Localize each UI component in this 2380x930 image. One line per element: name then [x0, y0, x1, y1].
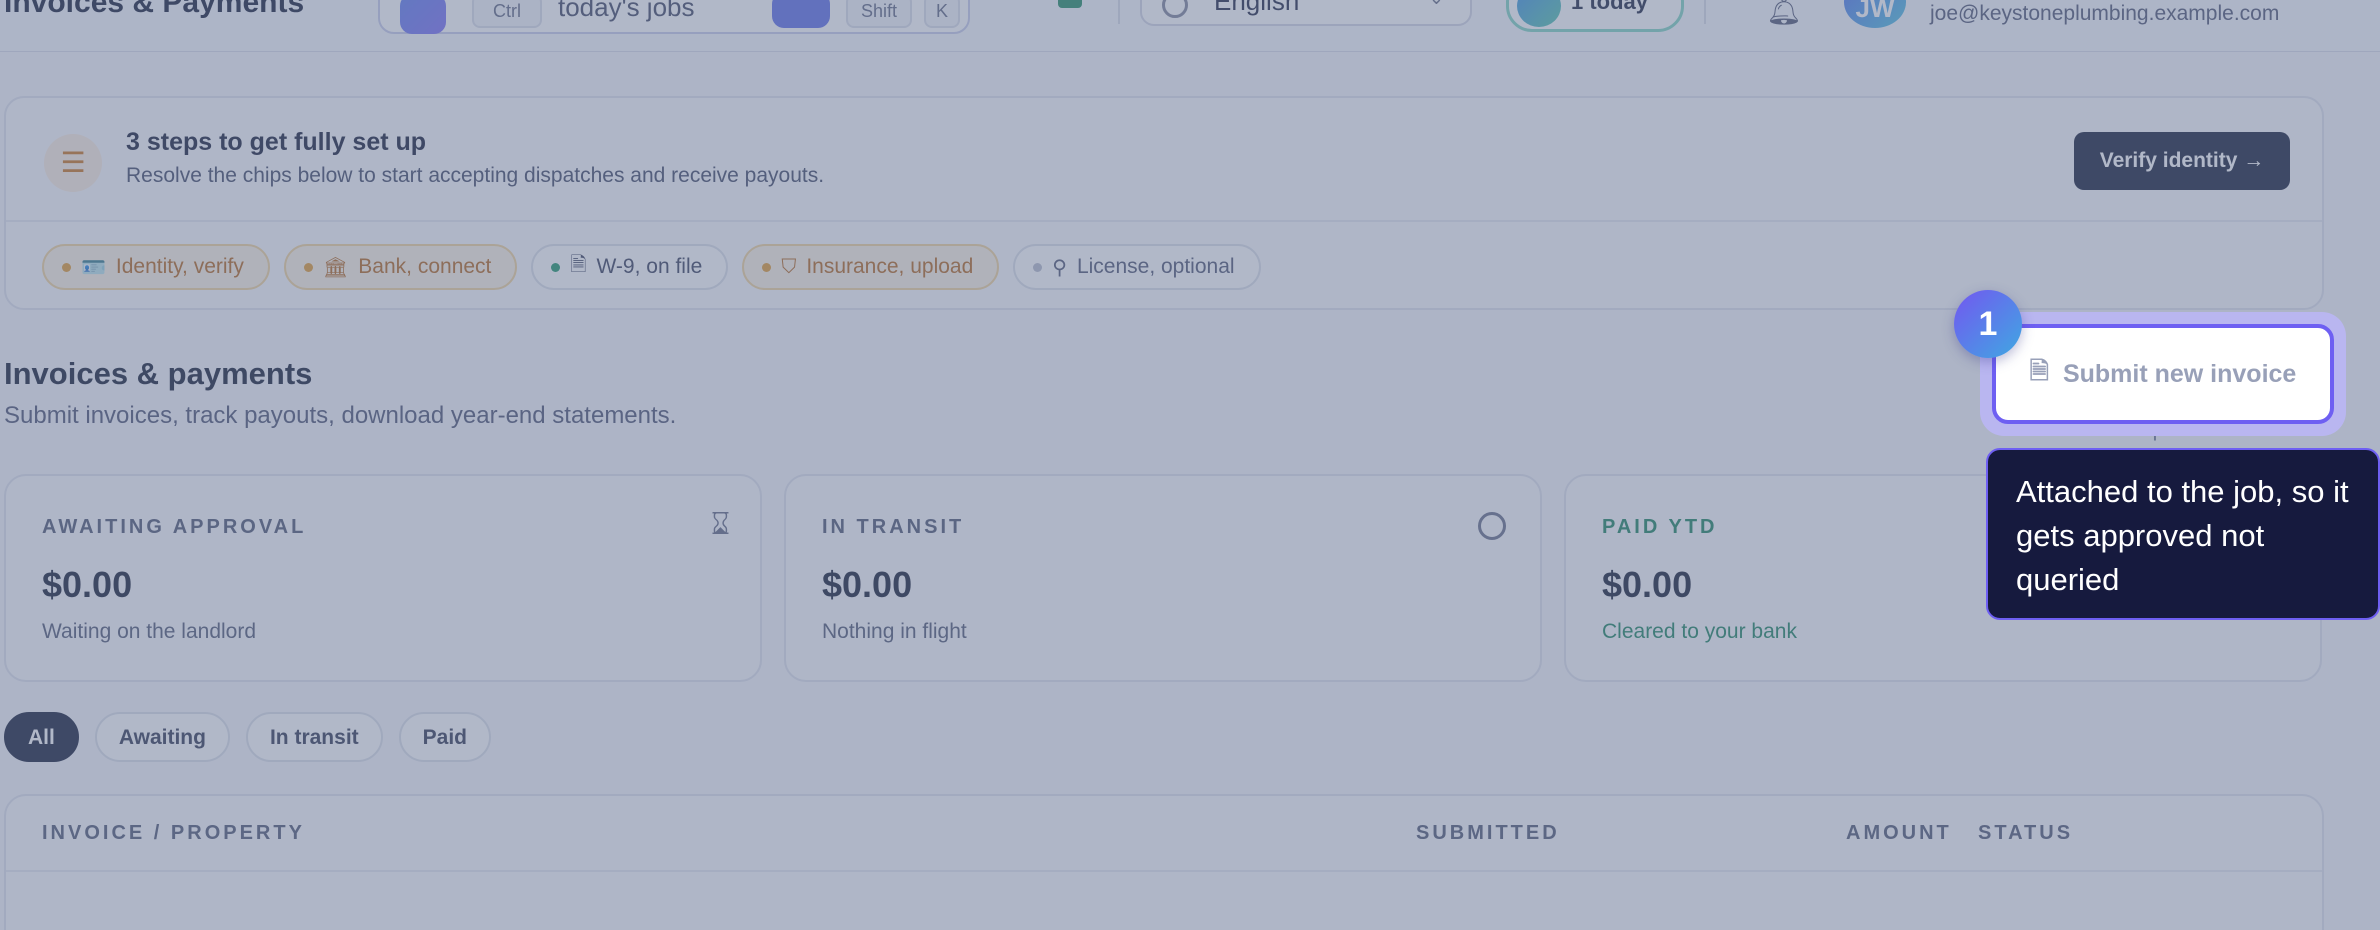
chevron-down-icon: ⌄ [1429, 0, 1444, 9]
setup-title: 3 steps to get fully set up [126, 128, 427, 156]
submit-highlight-ring: 🗎 Submit new invoice [1980, 312, 2346, 436]
stat-value: $0.00 [42, 564, 133, 605]
stat-label: AWAITING APPROVAL [42, 516, 307, 538]
shield-icon: ⛉ [781, 255, 797, 278]
page-subtitle: Submit invoices, track payouts, download… [4, 402, 677, 429]
verify-identity-button[interactable]: Verify identity → [2074, 132, 2290, 190]
filter-in-transit[interactable]: In transit [245, 712, 383, 762]
stat-label: IN TRANSIT [822, 516, 965, 538]
document-icon: 🗎 [2029, 357, 2049, 385]
bell-icon[interactable]: 🔔︎ [1766, 0, 1802, 27]
status-dot [62, 262, 71, 272]
submit-new-invoice-button[interactable]: 🗎 Submit new invoice [1992, 324, 2334, 424]
filter-awaiting[interactable]: Awaiting [94, 712, 230, 762]
chip-label: W-9, on file [596, 255, 703, 278]
invoices-table: INVOICE / PROPERTY SUBMITTED AMOUNT STAT… [4, 794, 2324, 930]
id-card-icon: 🪪 [81, 256, 106, 279]
shortcut-key-k: K [924, 0, 960, 28]
chip-label: Insurance, upload [806, 255, 974, 278]
chip-license[interactable]: ⚲ License, optional [1013, 244, 1261, 290]
shortcut-key-shift: Shift [846, 0, 912, 28]
header-divider [1118, 0, 1120, 24]
chip-label: License, optional [1076, 255, 1235, 278]
setup-subtitle: Resolve the chips below to start accepti… [126, 164, 825, 187]
filter-tabs: All Awaiting In transit Paid [4, 712, 492, 762]
shortcut-key-ctrl: Ctrl [472, 0, 542, 28]
status-dot [1033, 262, 1043, 272]
language-select[interactable]: English ⌄ [1140, 0, 1472, 26]
filter-paid[interactable]: Paid [398, 712, 492, 762]
column-header-status[interactable]: STATUS [1978, 822, 2073, 845]
stat-note: Nothing in flight [822, 620, 967, 643]
today-count: 1 today [1571, 0, 1649, 14]
status-dot [551, 262, 561, 272]
document-icon: 🗎 [570, 254, 587, 276]
stat-note: Waiting on the landlord [42, 620, 257, 643]
chip-bank[interactable]: 🏛 Bank, connect [283, 244, 518, 290]
column-header-amount[interactable]: AMOUNT [1846, 822, 1952, 845]
column-header-invoice[interactable]: INVOICE / PROPERTY [42, 822, 305, 845]
stat-note: Cleared to your bank [1602, 620, 1797, 643]
wrench-icon [400, 0, 446, 34]
setup-chip-row: 🪪 Identity, verify 🏛 Bank, connect 🗎 W-9… [42, 244, 1261, 290]
setup-divider [6, 220, 2322, 222]
stat-value: $0.00 [1602, 564, 1693, 605]
stat-label: PAID YTD [1602, 516, 1718, 538]
header-divider [1704, 0, 1706, 24]
page-title: Invoices & payments [4, 356, 313, 391]
job-switcher-badge [772, 0, 830, 28]
stat-card-awaiting: AWAITING APPROVAL ⌛︎ $0.00 Waiting on th… [4, 474, 762, 682]
app-page-heading: Invoices & Payments [4, 0, 305, 19]
compass-icon [1517, 0, 1561, 27]
chip-identity[interactable]: 🪪 Identity, verify [42, 244, 270, 290]
stat-card-in-transit: IN TRANSIT $0.00 Nothing in flight [784, 474, 1542, 682]
tour-step-badge: 1 [1954, 290, 2022, 358]
status-indicator [1058, 0, 1082, 8]
bank-icon: 🏛 [322, 256, 349, 279]
table-divider [6, 870, 2322, 872]
circle-icon [1478, 512, 1506, 540]
job-search-switcher[interactable]: Ctrl today's jobs Shift K [378, 0, 970, 34]
globe-icon [1162, 0, 1188, 18]
submit-button-label: Submit new invoice [2062, 359, 2297, 388]
top-bar: Invoices & Payments Ctrl today's jobs Sh… [0, 0, 2380, 52]
stamp-icon: ⚲ [1052, 256, 1067, 279]
today-jobs-pill[interactable]: 1 today [1506, 0, 1684, 32]
checklist-icon: ☰ [44, 134, 102, 192]
column-header-submitted[interactable]: SUBMITTED [1416, 822, 1560, 845]
chip-w9[interactable]: 🗎 W-9, on file [531, 244, 729, 290]
user-email: joe@keystoneplumbing.example.com [1930, 2, 2280, 25]
filter-all[interactable]: All [4, 712, 79, 762]
chip-label: Identity, verify [115, 255, 244, 278]
status-dot [303, 262, 313, 272]
status-dot [762, 262, 772, 272]
stat-value: $0.00 [822, 564, 913, 605]
avatar[interactable]: JW [1844, 0, 1906, 28]
language-value: English [1214, 0, 1300, 16]
chip-label: Bank, connect [358, 255, 492, 278]
chip-insurance[interactable]: ⛉ Insurance, upload [742, 244, 1000, 290]
tour-tooltip: Attached to the job, so it gets approved… [1986, 448, 2380, 620]
setup-card: ☰ 3 steps to get fully set up Resolve th… [4, 96, 2324, 310]
job-switcher-label: today's jobs [558, 0, 695, 22]
hourglass-icon: ⌛︎ [711, 508, 730, 541]
